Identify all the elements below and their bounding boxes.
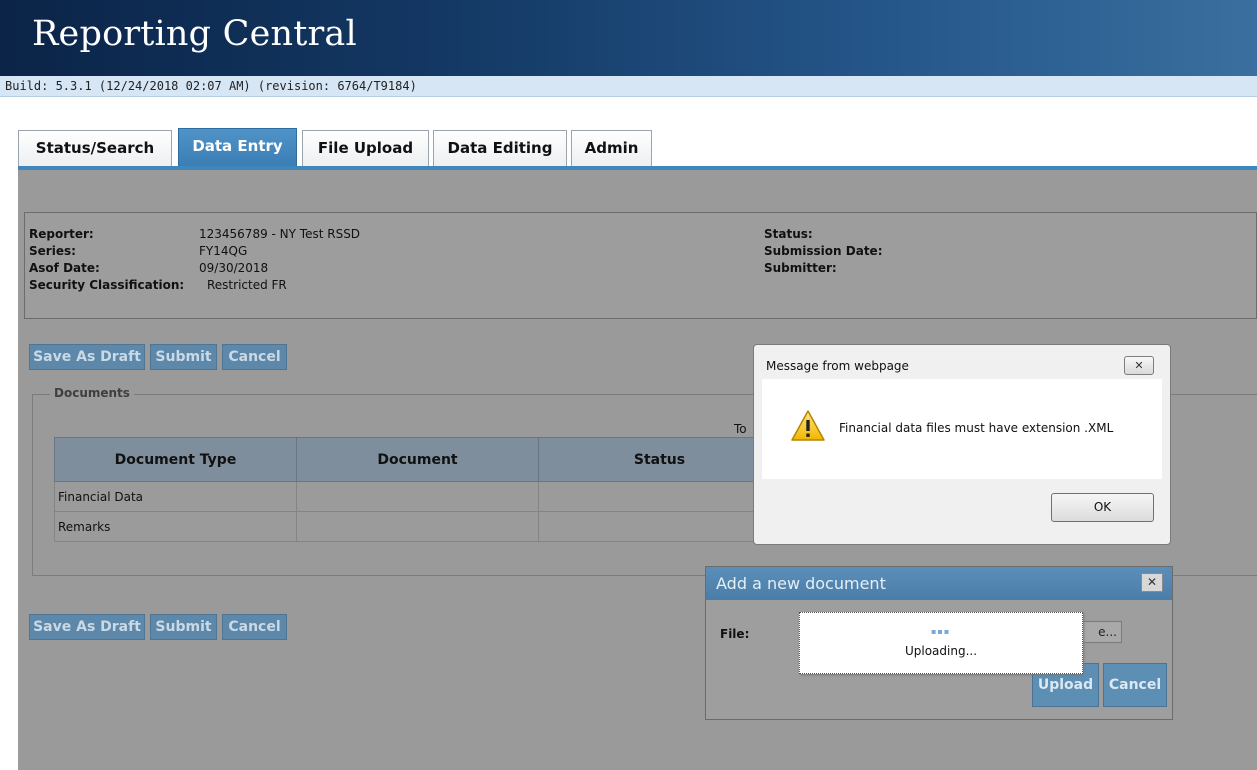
report-info-panel: Reporter: 123456789 - NY Test RSSD Serie… (24, 212, 1257, 319)
status-cell (538, 511, 781, 542)
status-cell (538, 481, 781, 512)
partial-label: To (734, 422, 747, 436)
ok-button[interactable]: OK (1051, 493, 1154, 522)
reporter-label: Reporter: (29, 227, 94, 241)
page: Reporting Central Build: 5.3.1 (12/24/20… (0, 0, 1257, 770)
cancel-button[interactable]: Cancel (222, 614, 287, 640)
status-label: Status: (764, 227, 813, 241)
asof-date-label: Asof Date: (29, 261, 100, 275)
submit-button[interactable]: Submit (150, 344, 217, 370)
message-dialog-title: Message from webpage (766, 359, 909, 373)
tab-admin[interactable]: Admin (571, 130, 652, 168)
uploading-text: Uploading... (904, 644, 978, 658)
document-cell[interactable] (296, 511, 539, 542)
table-row[interactable]: Financial Data (54, 481, 781, 512)
add-document-title: Add a new document (716, 574, 886, 593)
app-title: Reporting Central (32, 14, 357, 54)
series-value: FY14QG (199, 244, 248, 258)
tab-data-entry[interactable]: Data Entry (178, 128, 297, 168)
close-icon[interactable]: ✕ (1124, 356, 1154, 375)
submitter-label: Submitter: (764, 261, 837, 275)
add-document-titlebar[interactable]: Add a new document ✕ (706, 567, 1172, 600)
column-header: Status (538, 437, 781, 482)
tab-file-upload[interactable]: File Upload (302, 130, 429, 168)
submit-button[interactable]: Submit (150, 614, 217, 640)
column-header: Document Type (54, 437, 297, 482)
security-classification-label: Security Classification: (29, 278, 185, 292)
cancel-button[interactable]: Cancel (222, 344, 287, 370)
reporter-value: 123456789 - NY Test RSSD (199, 227, 361, 241)
table-header-row: Document Type Document Status (54, 437, 781, 482)
table-row[interactable]: Remarks (54, 511, 781, 542)
asof-date-value: 09/30/2018 (199, 261, 269, 275)
tab-status-search[interactable]: Status/Search (18, 130, 172, 168)
save-as-draft-button[interactable]: Save As Draft (29, 614, 145, 640)
column-header: Document (296, 437, 539, 482)
build-bar: Build: 5.3.1 (12/24/2018 02:07 AM) (revi… (0, 76, 1257, 97)
uploading-indicator: ▪▪▪ Uploading... (799, 612, 1083, 674)
message-body: Financial data files must have extension… (762, 379, 1162, 479)
close-icon[interactable]: ✕ (1141, 573, 1163, 592)
header-banner: Reporting Central (0, 0, 1257, 76)
series-label: Series: (29, 244, 76, 258)
tab-data-editing[interactable]: Data Editing (433, 130, 567, 168)
save-as-draft-button[interactable]: Save As Draft (29, 344, 145, 370)
warning-icon (791, 410, 825, 441)
message-text: Financial data files must have extension… (839, 421, 1114, 435)
documents-legend: Documents (50, 386, 134, 400)
document-cell[interactable] (296, 481, 539, 512)
document-type-cell: Financial Data (54, 481, 297, 512)
file-label: File: (720, 627, 750, 641)
message-dialog: Message from webpage ✕ Financial data fi… (753, 344, 1171, 545)
submission-date-label: Submission Date: (764, 244, 883, 258)
spinner-icon: ▪▪▪ (931, 627, 951, 636)
security-classification-value: Restricted FR (207, 278, 287, 292)
document-type-cell: Remarks (54, 511, 297, 542)
documents-table: Document Type Document Status Financial … (54, 437, 781, 542)
cancel-button[interactable]: Cancel (1103, 663, 1167, 707)
build-info: Build: 5.3.1 (12/24/2018 02:07 AM) (revi… (5, 79, 417, 93)
